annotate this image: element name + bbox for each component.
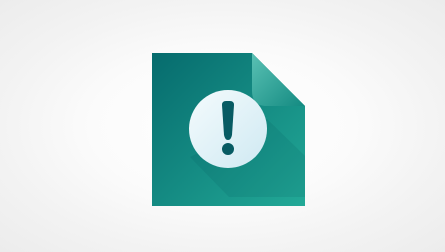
file-warning-icon: [152, 53, 305, 206]
document-fold: [252, 53, 305, 106]
file-warning-svg: [152, 53, 305, 206]
canvas: [0, 0, 445, 252]
exclamation-dot: [222, 143, 234, 155]
